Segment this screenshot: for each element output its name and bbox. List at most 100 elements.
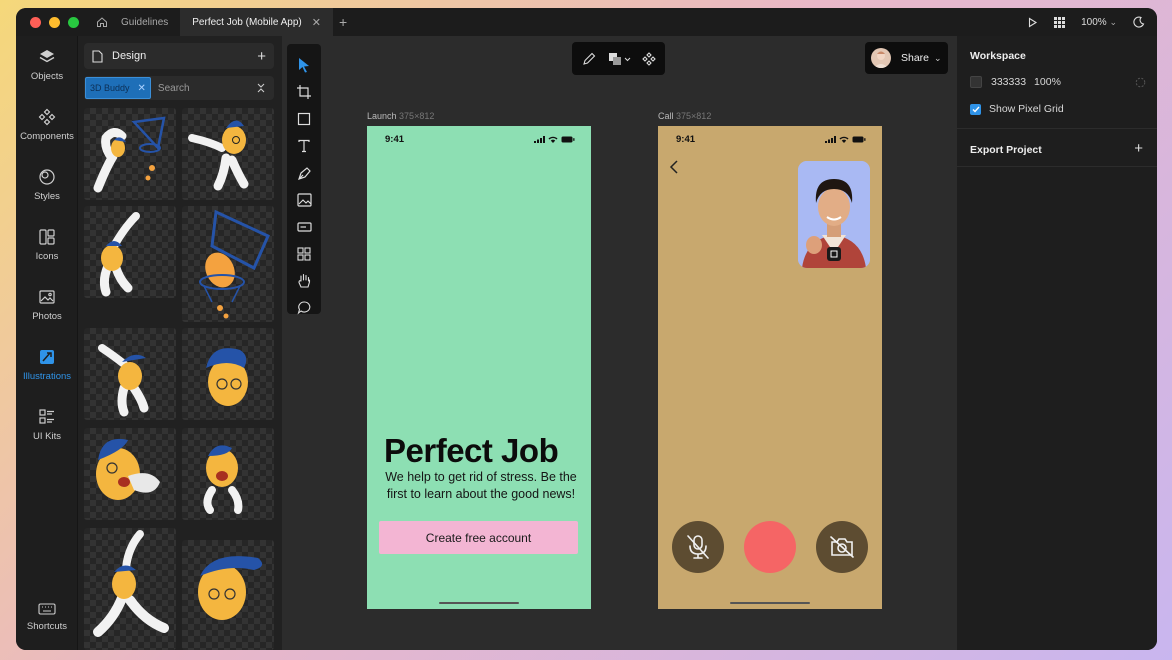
nav-shortcuts[interactable]: Shortcuts xyxy=(16,602,78,632)
tab-guidelines[interactable]: Guidelines xyxy=(109,8,180,36)
layers-icon xyxy=(39,50,55,63)
illustration-tile[interactable] xyxy=(182,206,274,322)
signal-icon xyxy=(534,136,545,143)
components-tool[interactable] xyxy=(287,242,321,266)
workspace-title: Workspace xyxy=(970,50,1026,62)
maximize-window-button[interactable] xyxy=(68,16,79,28)
illustration-thumb xyxy=(93,530,169,637)
status-time: 9:41 xyxy=(385,134,405,145)
status-icons xyxy=(825,136,866,143)
hand-tool[interactable] xyxy=(287,269,321,293)
play-icon[interactable] xyxy=(1027,17,1038,28)
nav-styles[interactable]: Styles xyxy=(16,168,78,202)
nav-ui-kits-label: UI Kits xyxy=(33,431,61,442)
mic-off-icon xyxy=(687,535,709,559)
illustration-thumb xyxy=(93,116,166,193)
filter-chip[interactable]: 3D Buddy ✕ xyxy=(85,77,151,99)
floating-toolbar xyxy=(572,42,665,75)
frame-tool[interactable] xyxy=(287,80,321,104)
nav-photos-label: Photos xyxy=(32,311,62,322)
pencil-icon[interactable] xyxy=(582,52,596,66)
illustration-tile[interactable] xyxy=(84,206,176,298)
asset-search-input[interactable]: Search xyxy=(158,83,190,94)
pen-icon xyxy=(297,166,311,180)
frame-size: 375×812 xyxy=(399,111,435,121)
background-swatch[interactable] xyxy=(970,76,982,88)
canvas-background-row[interactable]: 333333 100% xyxy=(970,76,1146,88)
tab-perfect-job[interactable]: Perfect Job (Mobile App) ✕ xyxy=(180,8,333,36)
background-opacity[interactable]: 100% xyxy=(1034,76,1061,88)
illustration-tile[interactable] xyxy=(182,108,274,200)
end-call-button[interactable] xyxy=(744,521,796,573)
components-icon xyxy=(38,108,56,126)
divider xyxy=(957,166,1157,167)
comment-tool[interactable] xyxy=(287,295,321,319)
battery-icon xyxy=(561,136,575,143)
nav-objects[interactable]: Objects xyxy=(16,48,78,82)
grid-icon[interactable] xyxy=(1054,16,1066,28)
illustration-tile[interactable] xyxy=(182,428,274,520)
illustration-thumb xyxy=(203,445,243,514)
filter-chip-label: 3D Buddy xyxy=(90,83,130,93)
boolean-shapes-icon[interactable] xyxy=(609,53,631,65)
theme-moon-icon[interactable] xyxy=(1133,16,1145,28)
assets-header[interactable]: Design + xyxy=(84,43,274,69)
back-chevron-icon[interactable] xyxy=(669,159,679,175)
rectangle-tool[interactable] xyxy=(287,107,321,131)
pen-tool[interactable] xyxy=(287,161,321,185)
illustration-tile[interactable] xyxy=(84,428,176,520)
component-icon[interactable] xyxy=(642,52,656,66)
text-tool[interactable] xyxy=(287,134,321,158)
input-tool[interactable] xyxy=(287,215,321,239)
collapse-icon[interactable] xyxy=(256,82,266,94)
illustration-tile[interactable] xyxy=(182,328,274,420)
launch-frame[interactable]: 9:41 Perfect Job We help to get rid of s… xyxy=(367,126,591,609)
remove-filter-icon[interactable]: ✕ xyxy=(138,83,146,94)
tools-toolbar xyxy=(287,44,321,315)
illustration-tile[interactable] xyxy=(182,540,274,650)
assets-title: Design xyxy=(112,50,147,62)
components-grid-icon xyxy=(297,247,311,261)
illustration-tile[interactable] xyxy=(84,108,176,200)
mute-button[interactable] xyxy=(672,521,724,573)
nav-components[interactable]: Components xyxy=(16,108,78,142)
home-indicator xyxy=(439,602,519,604)
call-frame[interactable]: 9:41 xyxy=(658,126,882,609)
comment-icon xyxy=(296,300,310,315)
illustration-tile[interactable] xyxy=(84,528,176,650)
nav-ui-kits[interactable]: UI Kits xyxy=(16,408,78,442)
add-asset-button[interactable]: + xyxy=(257,48,266,65)
select-tool[interactable] xyxy=(287,53,321,77)
add-export-button[interactable]: + xyxy=(1134,140,1143,157)
frame-label-launch[interactable]: Launch 375×812 xyxy=(367,111,434,121)
zoom-value: 100% xyxy=(1081,16,1107,28)
minimize-window-button[interactable] xyxy=(49,16,60,28)
frame-size: 375×812 xyxy=(676,111,712,121)
illustration-thumb xyxy=(206,348,248,406)
pixel-grid-checkbox[interactable] xyxy=(970,103,981,115)
avatar xyxy=(871,48,891,68)
close-window-button[interactable] xyxy=(30,16,41,28)
add-tab-button[interactable]: + xyxy=(339,14,347,30)
nav-illustrations[interactable]: Illustrations xyxy=(16,348,78,382)
tab-guidelines-label: Guidelines xyxy=(121,16,169,28)
photos-icon xyxy=(39,290,55,304)
zoom-level[interactable]: 100% ⌄ xyxy=(1081,17,1117,28)
illustration-tile[interactable] xyxy=(84,328,176,420)
pixel-grid-toggle[interactable]: Show Pixel Grid xyxy=(970,103,1064,115)
close-tab-icon[interactable]: ✕ xyxy=(312,16,321,29)
reset-icon[interactable] xyxy=(1135,77,1146,88)
create-account-button[interactable]: Create free account xyxy=(379,521,578,554)
caller-video-thumbnail[interactable] xyxy=(798,161,870,268)
caller-photo xyxy=(798,161,870,268)
window-controls xyxy=(30,16,79,28)
background-hex[interactable]: 333333 xyxy=(991,76,1026,88)
nav-icons[interactable]: Icons xyxy=(16,228,78,262)
camera-off-button[interactable] xyxy=(816,521,868,573)
nav-components-label: Components xyxy=(20,131,74,142)
nav-photos[interactable]: Photos xyxy=(16,288,78,322)
frame-label-call[interactable]: Call 375×812 xyxy=(658,111,711,121)
share-button[interactable]: Share ⌄ xyxy=(865,42,948,74)
image-tool[interactable] xyxy=(287,188,321,212)
home-icon[interactable] xyxy=(95,15,109,29)
